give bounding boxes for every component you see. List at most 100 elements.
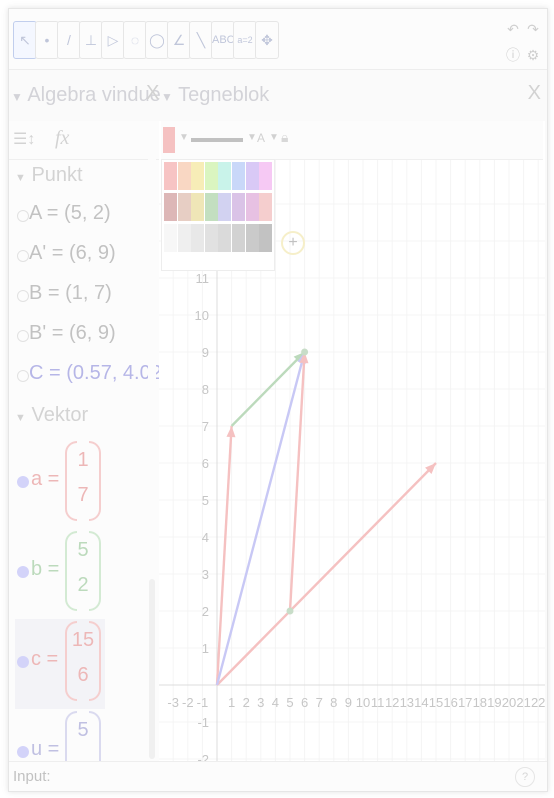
color-swatch[interactable] xyxy=(245,193,259,221)
color-swatch-button[interactable] xyxy=(163,127,175,153)
color-swatch[interactable] xyxy=(177,162,191,190)
vector-matrix: 5 2 xyxy=(65,531,101,611)
circle-three-points-icon: ◯ xyxy=(149,32,165,48)
vectors xyxy=(215,348,437,686)
settings-icon[interactable]: ⚙ xyxy=(523,47,543,63)
main-toolbar: ↖ • / ⊥ ▷ ◌ ◯ ∠ ╲ ABC a=2 ✥ ↶ ↷ ⓘ ⚙ xyxy=(9,9,547,70)
vector-a-translated-shaft xyxy=(288,351,306,612)
point-tool-button[interactable]: • xyxy=(35,21,59,59)
input-bar[interactable]: Input: ? xyxy=(9,761,547,791)
color-swatch[interactable] xyxy=(204,224,218,252)
vector-matrix: 1 7 xyxy=(65,441,101,521)
text-tool-button[interactable]: ABC xyxy=(211,21,235,59)
graphics-close-icon[interactable]: X xyxy=(528,82,541,105)
category-points-label: Punkt xyxy=(31,164,83,186)
line-tool-button[interactable]: / xyxy=(57,21,81,59)
vector-y: 6 xyxy=(77,664,89,686)
scroll-thumb[interactable] xyxy=(149,579,155,759)
reflect-icon: ╲ xyxy=(196,32,206,48)
angle-tool-button[interactable]: ∠ xyxy=(167,21,191,59)
color-swatch[interactable] xyxy=(204,193,218,221)
visibility-toggle[interactable] xyxy=(17,370,29,382)
move-view-tool-button[interactable]: ✥ xyxy=(255,21,279,59)
visibility-toggle[interactable] xyxy=(17,476,29,488)
visibility-toggle[interactable] xyxy=(17,656,29,668)
category-vectors[interactable]: ▼ Vektor xyxy=(15,404,88,427)
dropdown-arrow-icon[interactable]: ▼ xyxy=(247,132,257,143)
undo-icon[interactable]: ↶ xyxy=(503,21,523,37)
algebra-view-header[interactable]: ▼ Algebra vindue xyxy=(11,84,161,120)
y-tick-label: -1 xyxy=(197,715,209,730)
polygon-tool-button[interactable]: ▷ xyxy=(101,21,125,59)
vector-x: 1 xyxy=(77,449,89,471)
y-tick-label: 4 xyxy=(202,530,209,545)
visibility-toggle[interactable] xyxy=(17,330,29,342)
circle-tool-button[interactable]: ◌ xyxy=(123,21,147,59)
visibility-toggle[interactable] xyxy=(17,290,29,302)
color-swatch[interactable] xyxy=(218,224,232,252)
y-tick-label: 11 xyxy=(196,271,210,286)
help-icon[interactable]: ⓘ xyxy=(503,47,523,63)
vector-y: 2 xyxy=(77,574,89,596)
color-swatch[interactable] xyxy=(232,224,245,252)
color-swatch[interactable] xyxy=(164,193,177,221)
visibility-toggle[interactable] xyxy=(17,250,29,262)
dropdown-arrow-icon[interactable]: ▼ xyxy=(269,132,279,143)
slider-icon: a=2 xyxy=(237,35,253,45)
fx-icon[interactable]: fx xyxy=(55,127,69,150)
x-tick-label: -1 xyxy=(197,695,209,710)
color-swatch[interactable] xyxy=(164,224,177,252)
visibility-toggle[interactable] xyxy=(17,746,29,758)
x-tick-label: 10 xyxy=(356,695,370,710)
color-swatch[interactable] xyxy=(204,162,218,190)
lock-icon[interactable]: 🔒︎ xyxy=(281,129,288,146)
category-points[interactable]: ▼ Punkt xyxy=(15,164,83,187)
reflect-tool-button[interactable]: ╲ xyxy=(189,21,213,59)
color-swatch[interactable] xyxy=(191,193,205,221)
color-swatch[interactable] xyxy=(191,224,205,252)
color-swatch[interactable] xyxy=(232,162,245,190)
category-vectors-label: Vektor xyxy=(31,404,89,426)
color-swatch[interactable] xyxy=(177,193,191,221)
x-tick-label: 22 xyxy=(531,695,545,710)
color-swatch[interactable] xyxy=(218,193,232,221)
color-swatch[interactable] xyxy=(245,162,259,190)
x-tick-label: 17 xyxy=(458,695,472,710)
color-swatch[interactable] xyxy=(245,224,259,252)
redo-icon[interactable]: ↷ xyxy=(523,21,543,37)
vector-name: b = xyxy=(31,558,60,580)
graphics-view-header[interactable]: ▼ Tegneblok xyxy=(161,84,269,120)
polygon-icon: ▷ xyxy=(107,32,119,48)
color-swatch[interactable] xyxy=(164,162,177,190)
color-swatch[interactable] xyxy=(191,162,205,190)
visibility-toggle[interactable] xyxy=(17,210,29,222)
slider-tool-button[interactable]: a=2 xyxy=(233,21,257,59)
geogebra-window: ↖ • / ⊥ ▷ ◌ ◯ ∠ ╲ ABC a=2 ✥ ↶ ↷ ⓘ ⚙ ▼ Al… xyxy=(8,8,548,792)
vector-y: 7 xyxy=(77,484,89,506)
sort-icon[interactable]: ☰↕ xyxy=(13,129,35,149)
input-help-icon[interactable]: ? xyxy=(515,767,535,787)
point-icon: • xyxy=(44,32,50,48)
color-swatch[interactable] xyxy=(177,224,191,252)
color-swatch[interactable] xyxy=(218,162,232,190)
move-tool-button[interactable]: ↖ xyxy=(13,21,37,59)
label-style-icon[interactable]: A xyxy=(257,131,265,145)
color-swatch[interactable] xyxy=(232,193,245,221)
visibility-toggle[interactable] xyxy=(17,566,29,578)
color-swatch[interactable] xyxy=(259,193,273,221)
color-swatch[interactable] xyxy=(259,224,273,252)
vector-x: 15 xyxy=(71,629,95,651)
color-palette-popup[interactable] xyxy=(161,159,275,271)
x-tick-label: 7 xyxy=(316,695,323,710)
color-swatch[interactable] xyxy=(259,162,273,190)
algebra-scrollbar[interactable] xyxy=(148,159,156,759)
vector-a-shaft xyxy=(215,425,233,686)
line-style-button[interactable] xyxy=(191,138,243,142)
circle-three-points-tool-button[interactable]: ◯ xyxy=(145,21,169,59)
collapse-triangle-icon: ▼ xyxy=(15,412,26,424)
dropdown-arrow-icon[interactable]: ▼ xyxy=(179,132,189,143)
y-tick-label: 10 xyxy=(195,308,209,323)
add-object-icon[interactable]: + xyxy=(281,231,305,255)
algebra-close-icon[interactable]: X xyxy=(146,82,159,105)
perpendicular-tool-button[interactable]: ⊥ xyxy=(79,21,103,59)
